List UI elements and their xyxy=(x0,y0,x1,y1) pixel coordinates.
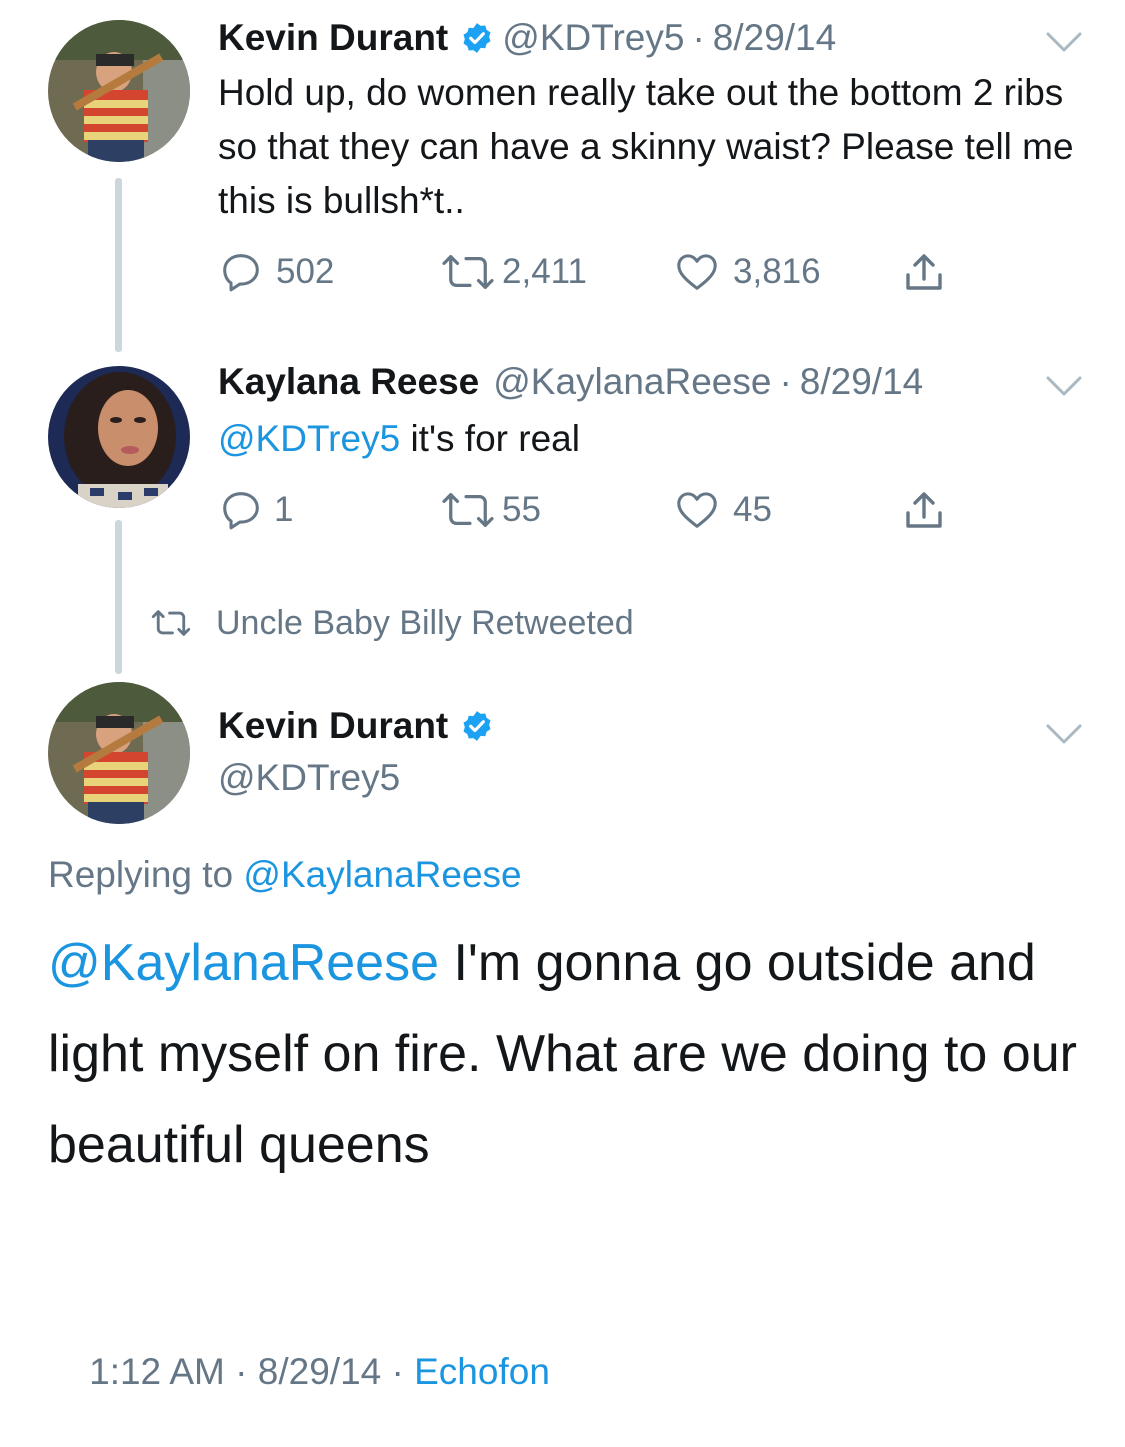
reply-button[interactable]: 1 xyxy=(218,487,293,533)
thread-line xyxy=(115,520,122,674)
date[interactable]: 8/29/14 xyxy=(258,1351,381,1392)
tweet-actions: 1 55 45 xyxy=(218,487,958,537)
retweet-count: 2,411 xyxy=(502,252,587,291)
handle[interactable]: @KDTrey5 xyxy=(502,17,684,59)
like-count: 45 xyxy=(733,490,772,529)
like-icon xyxy=(677,254,717,290)
retweet-icon xyxy=(442,255,494,289)
reply-icon xyxy=(223,254,259,292)
tweet-meta: 1:12 AM · 8/29/14 · Echofon xyxy=(48,1297,550,1447)
avatar[interactable] xyxy=(48,682,190,824)
tweet-header: Kaylana Reese @KaylanaReese · 8/29/14 xyxy=(218,357,923,407)
mention-link[interactable]: @KDTrey5 xyxy=(218,418,400,459)
retweet-button[interactable]: 2,411 xyxy=(440,249,587,295)
retweet-icon xyxy=(151,610,191,636)
display-name[interactable]: Kevin Durant xyxy=(218,705,448,747)
retweet-context[interactable]: Uncle Baby Billy Retweeted xyxy=(150,600,634,646)
tweet-text: Hold up, do women really take out the bo… xyxy=(218,72,1074,221)
source-link[interactable]: Echofon xyxy=(414,1351,550,1392)
reply-button[interactable]: 502 xyxy=(218,249,334,295)
separator: · xyxy=(692,17,705,58)
retweet-icon xyxy=(442,493,494,527)
timestamp[interactable]: 1:12 AM xyxy=(89,1351,225,1392)
main-tweet-name-row: Kevin Durant xyxy=(218,701,502,751)
share-button[interactable] xyxy=(900,249,948,297)
like-button[interactable]: 45 xyxy=(673,487,772,533)
share-icon xyxy=(906,254,942,290)
separator: · xyxy=(779,361,792,402)
chevron-down-icon[interactable] xyxy=(1044,372,1084,400)
retweet-button[interactable]: 55 xyxy=(440,487,541,533)
display-name[interactable]: Kaylana Reese xyxy=(218,361,479,403)
retweet-count: 55 xyxy=(502,490,541,529)
reply-count: 502 xyxy=(276,252,335,291)
retweet-context-label: Uncle Baby Billy Retweeted xyxy=(216,603,634,642)
separator: · xyxy=(381,1351,415,1392)
tweet-actions: 502 2,411 3,816 xyxy=(218,249,958,299)
chevron-down-icon[interactable] xyxy=(1044,28,1084,56)
tweet-text: @KDTrey5 it's for real xyxy=(218,412,1098,466)
display-name[interactable]: Kevin Durant xyxy=(218,17,448,59)
replying-to: Replying to @KaylanaReese xyxy=(48,850,522,900)
mention-link[interactable]: @KaylanaReese xyxy=(48,934,439,992)
handle[interactable]: @KaylanaReese xyxy=(493,361,771,403)
tweet-header: Kevin Durant @KDTrey5 · 8/29/14 xyxy=(218,13,836,63)
like-button[interactable]: 3,816 xyxy=(673,249,821,295)
avatar[interactable] xyxy=(48,366,190,508)
share-button[interactable] xyxy=(900,487,948,535)
main-tweet-text: @KaylanaReese I'm gonna go outside and l… xyxy=(48,918,1088,1191)
like-count: 3,816 xyxy=(733,252,821,291)
replying-to-link[interactable]: @KaylanaReese xyxy=(243,854,521,895)
share-icon xyxy=(906,492,942,528)
avatar[interactable] xyxy=(48,20,190,162)
chevron-down-icon[interactable] xyxy=(1044,720,1084,748)
replying-to-prefix: Replying to xyxy=(48,854,244,895)
handle[interactable]: @KDTrey5 xyxy=(218,755,400,801)
thread-line xyxy=(115,178,122,352)
date[interactable]: 8/29/14 xyxy=(800,361,923,403)
like-icon xyxy=(677,492,717,528)
reply-icon xyxy=(223,492,259,530)
separator: · xyxy=(224,1351,258,1392)
verified-badge-icon xyxy=(460,21,494,55)
date[interactable]: 8/29/14 xyxy=(713,17,836,59)
tweet-text-body: it's for real xyxy=(400,418,580,459)
reply-count: 1 xyxy=(274,490,294,529)
verified-badge-icon xyxy=(460,709,494,743)
